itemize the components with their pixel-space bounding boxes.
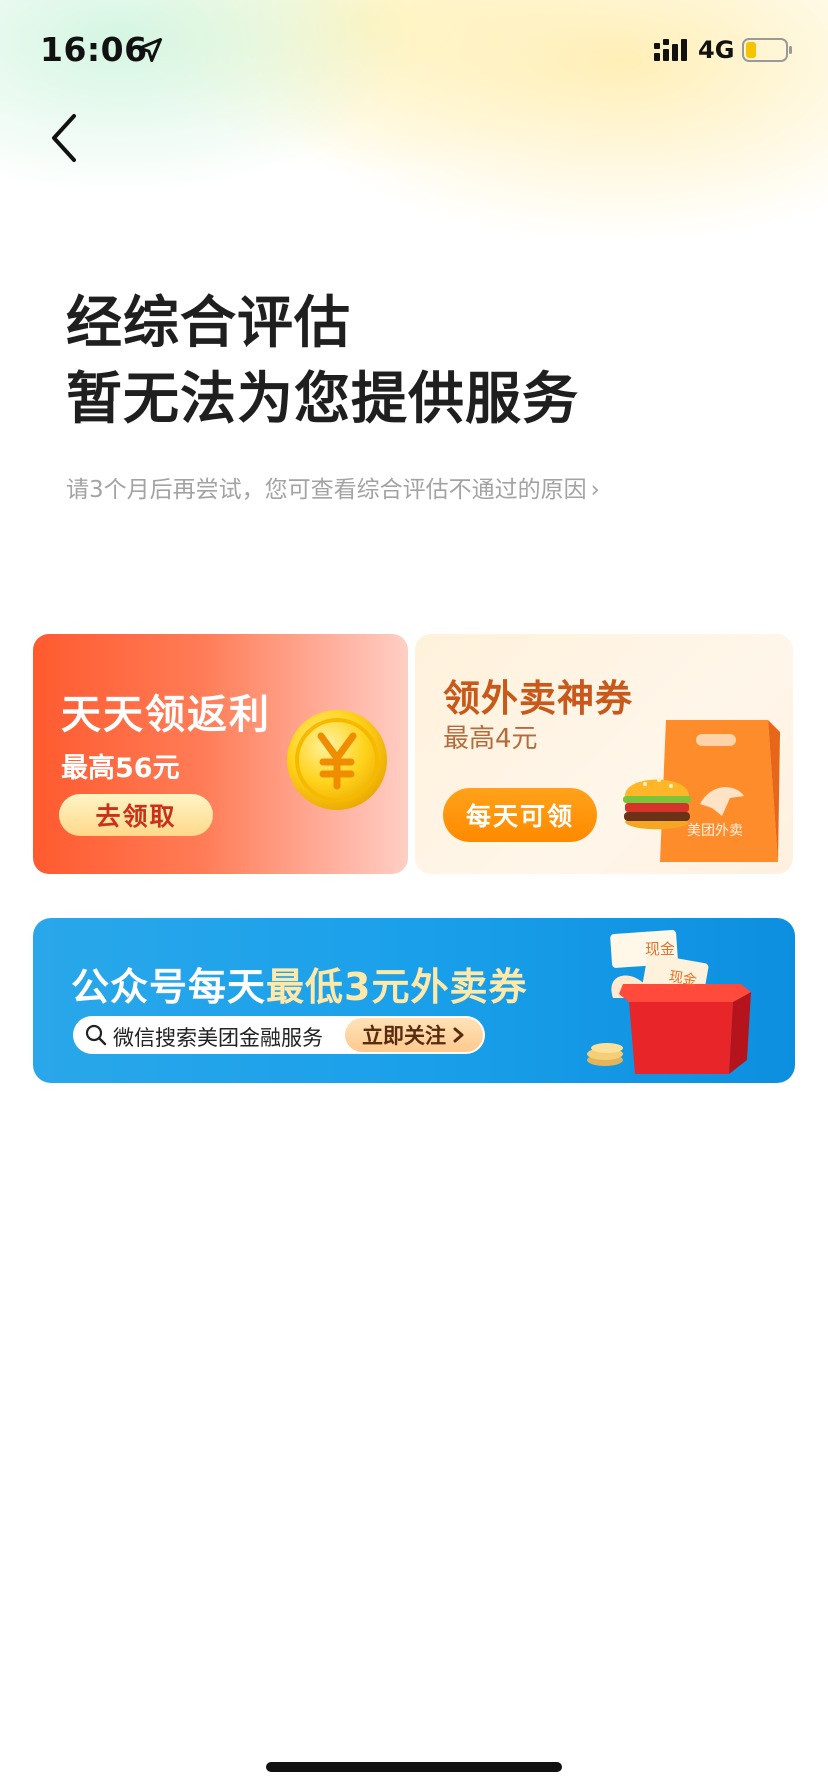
location-arrow-icon (137, 37, 163, 63)
banner-search-text: 微信搜索美团金融服务 (113, 1026, 323, 1050)
page-title: 经综合评估 暂无法为您提供服务 (66, 286, 579, 438)
battery-icon (742, 38, 792, 62)
banner-title-part2: 最低3元外卖券 (266, 965, 528, 1009)
signal-icon (654, 39, 687, 61)
view-reason-link[interactable]: 请3个月后再尝试，您可查看综合评估不通过的原因 › (66, 470, 600, 504)
back-chevron-icon[interactable] (40, 108, 90, 168)
coupon-card-subtitle: 最高4元 (443, 724, 538, 754)
daily-claim-button[interactable]: 每天可领 (443, 788, 597, 842)
page-title-line2: 暂无法为您提供服务 (66, 367, 579, 432)
rebate-card-title: 天天领返利 (61, 692, 271, 738)
coupon-card-title: 领外卖神券 (443, 677, 633, 720)
bag-brand-label: 美团外卖 (687, 823, 743, 839)
follow-now-button[interactable]: 立即关注 (345, 1018, 483, 1052)
cash-tag-1: 现金 (645, 940, 676, 958)
burger-icon (623, 778, 691, 830)
follow-now-label: 立即关注 (362, 1024, 446, 1048)
page-title-line1: 经综合评估 (66, 291, 351, 356)
status-time: 16:06 (40, 30, 148, 69)
home-indicator (266, 1762, 562, 1772)
search-icon (85, 1024, 107, 1046)
banner-title-part1: 公众号每天 (71, 965, 267, 1009)
claim-rebate-button[interactable]: 去领取 (59, 794, 213, 836)
gift-box-icon (587, 929, 751, 1074)
rebate-card[interactable]: 天天领返利 最高56元 去领取 (33, 634, 408, 874)
coin-icon (287, 710, 387, 810)
network-type-label: 4G (698, 36, 735, 64)
wechat-follow-banner[interactable]: 公众号每天最低3元外卖券 微信搜索美团金融服务 立即关注 现金 现金 (33, 918, 795, 1083)
status-bar: 16:06 4G (0, 0, 828, 100)
chevron-right-icon (453, 1027, 464, 1043)
chevron-right-icon: › (590, 477, 600, 503)
banner-title: 公众号每天最低3元外卖券 (71, 956, 527, 1011)
rebate-card-subtitle: 最高56元 (61, 753, 180, 784)
banner-search-bar: 微信搜索美团金融服务 立即关注 (73, 1016, 485, 1054)
takeout-coupon-card[interactable]: 领外卖神券 最高4元 每天可领 美团外卖 (415, 634, 793, 874)
view-reason-text: 请3个月后再尝试，您可查看综合评估不通过的原因 (66, 477, 587, 503)
